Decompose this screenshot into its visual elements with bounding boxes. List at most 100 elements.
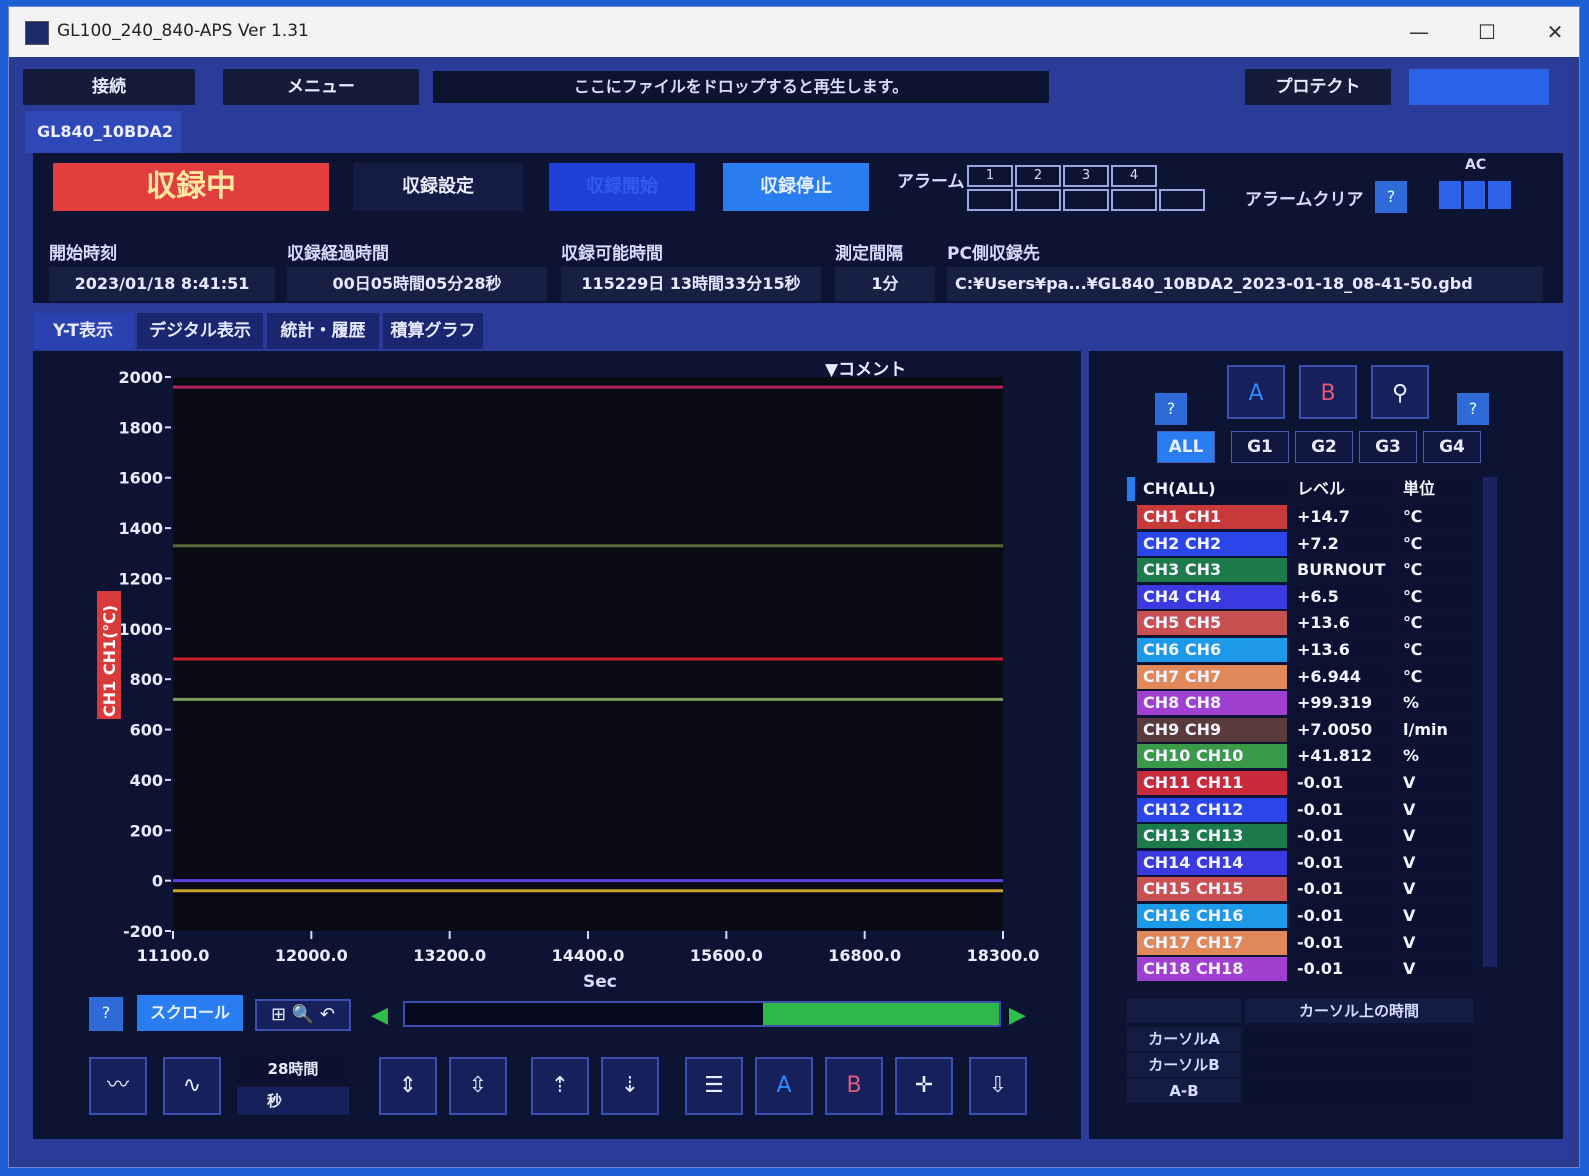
channel-help-icon-left[interactable]: ?	[1155, 393, 1187, 425]
group-g3[interactable]: G3	[1359, 431, 1417, 463]
channel-row[interactable]: CH8 CH8 +99.319%	[1127, 691, 1499, 717]
jump-cursor-b-icon[interactable]: B	[1299, 365, 1357, 419]
alarm-box-1: 1	[967, 165, 1013, 187]
channel-row[interactable]: CH7 CH7 +6.944 ℃	[1127, 664, 1499, 691]
cursor-a-icon[interactable]: A	[755, 1057, 813, 1115]
channel-level: -0.01	[1291, 824, 1391, 849]
channel-row[interactable]: CH1 CH1 +14.7 ℃	[1127, 505, 1499, 531]
channel-level: +6.944	[1291, 664, 1391, 689]
channel-row[interactable]: CH16 CH16 -0.01 V	[1127, 904, 1499, 930]
file-drop-area[interactable]: ここにファイルをドロップすると再生します。	[433, 71, 1049, 103]
time-span-value[interactable]: 28時間	[237, 1055, 349, 1083]
yt-chart[interactable]: 2000180016001400120010008006004002000-20…	[33, 351, 1081, 991]
jump-both-cursors-icon[interactable]: ⚲	[1371, 365, 1429, 419]
y-tick-label: 1400	[118, 519, 163, 538]
channel-scrollbar[interactable]	[1483, 477, 1497, 967]
tab-stats-history[interactable]: 統計・履歴	[267, 313, 379, 349]
interval-value: 1分	[835, 267, 935, 301]
channel-level: -0.01	[1291, 957, 1391, 982]
group-g2[interactable]: G2	[1295, 431, 1353, 463]
group-all[interactable]: ALL	[1157, 431, 1215, 463]
ac-indicator	[1437, 179, 1513, 211]
x-tick-label: 18300.0	[967, 946, 1040, 965]
crosshair-icon[interactable]: ✛	[895, 1057, 953, 1115]
group-g4[interactable]: G4	[1423, 431, 1481, 463]
status-panel: 収録中 収録設定 収録開始 収録停止 アラーム 1 2 3 4 アラームクリア …	[33, 153, 1563, 303]
channel-name: CH10 CH10	[1137, 744, 1287, 769]
y-tick-label: -200	[123, 922, 163, 941]
channel-row[interactable]: CH10 CH10 +41.812%	[1127, 744, 1499, 770]
channel-name: CH17 CH17	[1137, 930, 1287, 955]
channel-row[interactable]: CH5 CH5 +13.6 ℃	[1127, 611, 1499, 637]
alarm-clear-button[interactable]: アラームクリア	[1245, 185, 1364, 210]
elapsed-value: 00日05時間05分28秒	[287, 267, 547, 301]
channel-row[interactable]: CH9 CH9 +7.0050 l/min	[1127, 717, 1499, 744]
channel-level: +6.5	[1291, 584, 1391, 609]
channel-name: CH16 CH16	[1137, 904, 1287, 928]
x-axis: 11100.0 12000.0 13200.0 14400.0 15600.0 16800…	[137, 931, 1040, 965]
channel-row[interactable]: CH4 CH4 +6.5 ℃	[1127, 584, 1499, 611]
y-tick-label: 1600	[118, 469, 163, 488]
channel-unit: ℃	[1395, 531, 1475, 556]
channel-row[interactable]: CH6 CH6 +13.6 ℃	[1127, 638, 1499, 664]
jump-cursor-a-icon[interactable]: A	[1227, 365, 1285, 419]
protect-button[interactable]: プロテクト	[1245, 69, 1391, 105]
channel-row[interactable]: CH14 CH14 -0.01 V	[1127, 850, 1499, 877]
channel-row[interactable]: CH15 CH15 -0.01 V	[1127, 877, 1499, 903]
connect-button[interactable]: 接続	[23, 69, 195, 105]
channel-unit: V	[1395, 930, 1475, 955]
device-tab[interactable]: GL840_10BDA2	[25, 111, 181, 153]
close-button[interactable]: ✕	[1535, 17, 1575, 47]
tab-yt-view[interactable]: Y-T表示	[33, 313, 133, 349]
menu-button[interactable]: メニュー	[223, 69, 419, 105]
channel-row[interactable]: CH13 CH13 -0.01 V	[1127, 824, 1499, 850]
channel-row[interactable]: CH2 CH2 +7.2 ℃	[1127, 531, 1499, 558]
maximize-button[interactable]: ☐	[1467, 17, 1507, 47]
help-icon[interactable]: ?	[1375, 181, 1407, 213]
channel-name: CH12 CH12	[1137, 797, 1287, 822]
minimize-button[interactable]: —	[1399, 17, 1439, 47]
x-tick-label: 11100.0	[137, 946, 210, 965]
channel-level: +99.319	[1291, 691, 1391, 716]
scroll-button[interactable]: スクロール	[137, 995, 243, 1031]
channel-name: CH4 CH4	[1137, 584, 1287, 609]
y-axis: 2000180016001400120010008006004002000-20…	[118, 368, 171, 941]
scrollbar-thumb[interactable]	[763, 1003, 999, 1025]
record-start-button[interactable]: 収録開始	[549, 163, 695, 211]
channel-unit: %	[1395, 691, 1475, 716]
expand-vertical-icon[interactable]: ⇕	[379, 1057, 437, 1115]
scroll-left-icon[interactable]: ◀	[371, 1003, 388, 1028]
available-label: 収録可能時間	[561, 244, 663, 264]
zoom-tools[interactable]: ⊞ 🔍 ↶	[255, 999, 351, 1031]
scroll-right-icon[interactable]: ▶	[1009, 1003, 1026, 1028]
group-g1[interactable]: G1	[1231, 431, 1289, 463]
shift-up-icon[interactable]: ⇡	[531, 1057, 589, 1115]
start-time-value: 2023/01/18 8:41:51	[49, 267, 275, 301]
comment-marker[interactable]: ▼コメント	[825, 360, 906, 380]
channel-row[interactable]: CH3 CH3 BURNOUT ℃	[1127, 558, 1499, 584]
waveform-alt-icon[interactable]: ∿	[163, 1057, 221, 1115]
tab-digital-view[interactable]: デジタル表示	[137, 313, 263, 349]
record-stop-button[interactable]: 収録停止	[723, 163, 869, 211]
cursor-b-icon[interactable]: B	[825, 1057, 883, 1115]
x-tick-label: 15600.0	[690, 946, 763, 965]
time-unit-select[interactable]: 秒	[237, 1087, 349, 1115]
export-icon[interactable]: ⇩	[969, 1057, 1027, 1115]
channel-unit: ℃	[1395, 664, 1475, 689]
waveform-icon[interactable]: 〰	[89, 1057, 147, 1115]
unlabeled-top-button[interactable]	[1409, 69, 1549, 105]
channel-row[interactable]: CH11 CH11 -0.01 V	[1127, 771, 1499, 797]
shrink-vertical-icon[interactable]: ⇳	[449, 1057, 507, 1115]
channel-row[interactable]: CH18 CH18 -0.01 V	[1127, 957, 1499, 983]
time-scrollbar[interactable]	[403, 1001, 1001, 1027]
channel-level: -0.01	[1291, 771, 1391, 795]
record-settings-button[interactable]: 収録設定	[353, 163, 523, 211]
shift-down-icon[interactable]: ⇣	[601, 1057, 659, 1115]
split-screen-icon[interactable]: ☰	[685, 1057, 743, 1115]
channel-row[interactable]: CH17 CH17 -0.01 V	[1127, 930, 1499, 957]
alarm-box-7	[1063, 189, 1109, 211]
channel-row[interactable]: CH12 CH12 -0.01 V	[1127, 797, 1499, 824]
tab-integral-graph[interactable]: 積算グラフ	[383, 313, 483, 349]
channel-help-icon-right[interactable]: ?	[1457, 393, 1489, 425]
graph-help-icon[interactable]: ?	[89, 997, 123, 1031]
